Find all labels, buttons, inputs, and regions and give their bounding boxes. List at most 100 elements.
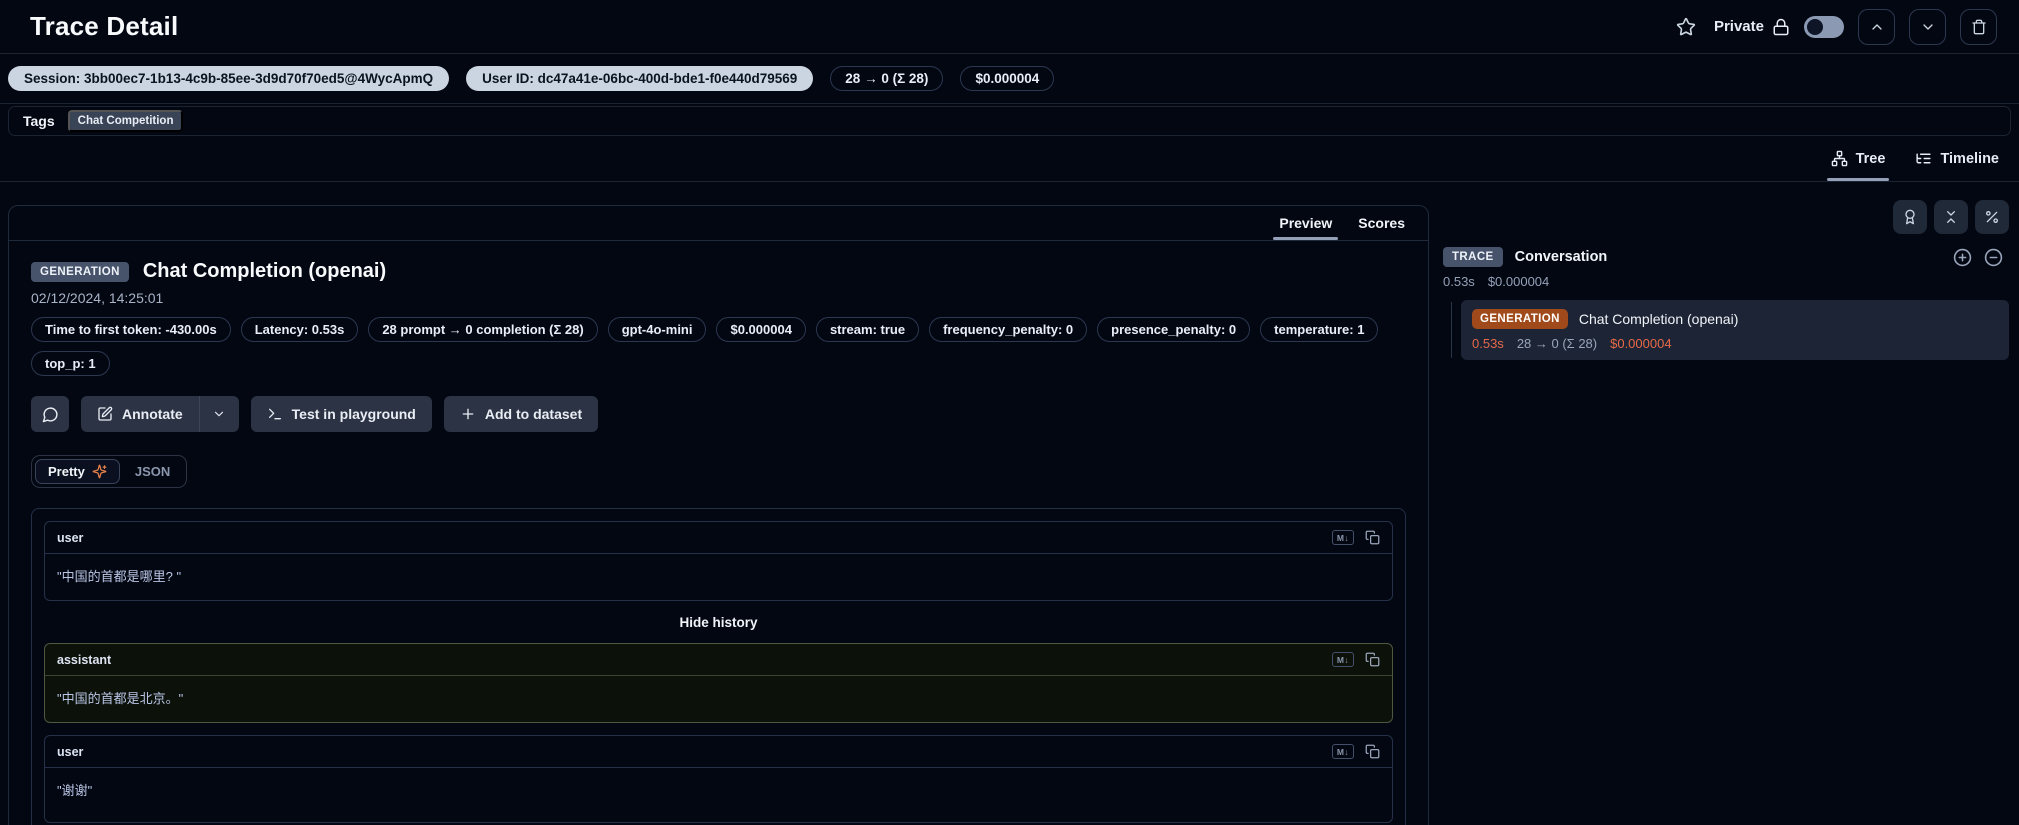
format-json-button[interactable]: JSON xyxy=(122,459,183,484)
lock-icon xyxy=(1772,18,1790,36)
tab-timeline-label: Timeline xyxy=(1940,151,1999,167)
format-pretty-label: Pretty xyxy=(48,464,85,479)
message-tools: M↓ xyxy=(1332,652,1380,667)
test-in-playground-button[interactable]: Test in playground xyxy=(251,396,432,432)
markdown-toggle-icon[interactable]: M↓ xyxy=(1332,652,1354,667)
copy-button[interactable] xyxy=(1365,530,1380,545)
markdown-toggle-icon[interactable]: M↓ xyxy=(1332,530,1354,545)
previous-trace-button[interactable] xyxy=(1858,9,1895,45)
edit-pen-icon xyxy=(97,406,113,422)
trash-icon xyxy=(1971,19,1987,35)
copy-button[interactable] xyxy=(1365,744,1380,759)
trace-cost: $0.000004 xyxy=(1488,274,1549,289)
annotate-dropdown-button[interactable] xyxy=(199,396,239,432)
percent-icon xyxy=(1984,209,2000,225)
expand-all-button[interactable] xyxy=(1953,248,1972,267)
annotate-button[interactable]: Annotate xyxy=(81,396,199,432)
privacy-label: Private xyxy=(1714,18,1764,35)
message-user-2: user M↓ "谢谢" xyxy=(44,735,1393,823)
user-id-badge[interactable]: User ID: dc47a41e-06bc-400d-bde1-f0e440d… xyxy=(466,66,813,91)
award-icon xyxy=(1902,209,1918,225)
tree-controls xyxy=(1443,200,2009,234)
test-in-playground-label: Test in playground xyxy=(292,406,416,422)
tab-tree[interactable]: Tree xyxy=(1831,136,1886,181)
chevron-up-icon xyxy=(1869,19,1885,35)
hide-history-button[interactable]: Hide history xyxy=(44,605,1393,639)
copy-icon xyxy=(1365,744,1380,759)
message-tools: M↓ xyxy=(1332,530,1380,545)
annotate-split-button: Annotate xyxy=(81,396,239,432)
trace-detail-page: Trace Detail Private xyxy=(0,0,2019,825)
copy-icon xyxy=(1365,652,1380,667)
action-buttons: Annotate Test in playground xyxy=(31,396,1406,432)
add-to-dataset-button[interactable]: Add to dataset xyxy=(444,396,598,432)
observation-pills: Time to first token: -430.00s Latency: 0… xyxy=(31,317,1406,376)
generation-row-metrics: 0.53s 28 → 0 (Σ 28) $0.000004 xyxy=(1472,336,1998,351)
trace-type-badge: TRACE xyxy=(1443,247,1503,267)
message-user-1: user M↓ "中国的首都是哪里? " xyxy=(44,521,1393,601)
format-toggle: Pretty JSON xyxy=(31,455,187,488)
pill-time-to-first-token: Time to first token: -430.00s xyxy=(31,317,231,342)
preview-tabs: Preview Scores xyxy=(9,206,1428,241)
trace-metrics: 0.53s $0.000004 xyxy=(1443,274,2009,289)
observation-body: GENERATION Chat Completion (openai) 02/1… xyxy=(9,241,1428,825)
pill-cost: $0.000004 xyxy=(716,317,805,342)
message-tools: M↓ xyxy=(1332,744,1380,759)
message-role: assistant xyxy=(57,653,111,667)
tag-chip[interactable]: Chat Competition xyxy=(68,110,184,132)
copy-button[interactable] xyxy=(1365,652,1380,667)
tab-timeline[interactable]: Timeline xyxy=(1915,136,1999,181)
pill-latency: Latency: 0.53s xyxy=(241,317,359,342)
markdown-toggle-icon[interactable]: M↓ xyxy=(1332,744,1354,759)
format-pretty-button[interactable]: Pretty xyxy=(35,459,120,484)
tree-icon xyxy=(1831,150,1848,167)
message-role: user xyxy=(57,531,83,545)
generation-latency: 0.53s xyxy=(1472,336,1504,351)
tags-label: Tags xyxy=(23,113,55,129)
message-content: "中国的首都是哪里? " xyxy=(45,554,1392,600)
pill-model: gpt-4o-mini xyxy=(608,317,707,342)
session-badge[interactable]: Session: 3bb00ec7-1b13-4c9b-85ee-3d9d70f… xyxy=(8,66,449,91)
message-assistant: assistant M↓ "中国的首都是北京。" xyxy=(44,643,1393,723)
tags-container: Tags Chat Competition xyxy=(8,106,2011,136)
comments-button[interactable] xyxy=(31,396,69,432)
message-content: "谢谢" xyxy=(45,768,1392,822)
chevrons-down-up-icon xyxy=(1943,209,1959,225)
public-toggle[interactable] xyxy=(1804,16,1844,38)
message-header: user M↓ xyxy=(45,522,1392,554)
generation-type-badge: GENERATION xyxy=(31,262,129,282)
tree-generation-row[interactable]: GENERATION Chat Completion (openai) 0.53… xyxy=(1461,300,2009,360)
toggle-knob xyxy=(1807,19,1823,35)
collapse-tree-button[interactable] xyxy=(1984,248,2003,267)
trace-tree-panel: TRACE Conversation 0.53s $0.000004 xyxy=(1443,200,2009,360)
format-json-label: JSON xyxy=(135,464,170,479)
view-tabs: Tree Timeline xyxy=(0,136,2019,182)
tab-scores[interactable]: Scores xyxy=(1345,206,1418,240)
trace-root-row[interactable]: TRACE Conversation xyxy=(1443,247,2009,267)
observation-panel: Preview Scores GENERATION Chat Completio… xyxy=(8,205,1429,825)
observation-timestamp: 02/12/2024, 14:25:01 xyxy=(31,290,1406,306)
chevron-down-icon xyxy=(1920,19,1936,35)
metrics-toggle-button[interactable] xyxy=(1975,200,2009,234)
bookmark-star-button[interactable] xyxy=(1672,13,1700,41)
pill-top-p: top_p: 1 xyxy=(31,351,110,376)
terminal-icon xyxy=(267,406,283,422)
generation-badge: GENERATION xyxy=(1472,309,1568,329)
trace-latency: 0.53s xyxy=(1443,274,1475,289)
scores-toggle-button[interactable] xyxy=(1893,200,1927,234)
add-to-dataset-label: Add to dataset xyxy=(485,406,582,422)
meta-divider xyxy=(0,103,2019,104)
pill-temperature: temperature: 1 xyxy=(1260,317,1378,342)
page-title: Trace Detail xyxy=(30,11,178,42)
next-trace-button[interactable] xyxy=(1909,9,1946,45)
pill-frequency-penalty: frequency_penalty: 0 xyxy=(929,317,1087,342)
page-header: Trace Detail Private xyxy=(0,0,2019,53)
message-header: assistant M↓ xyxy=(45,644,1392,676)
collapse-all-button[interactable] xyxy=(1934,200,1968,234)
copy-icon xyxy=(1365,530,1380,545)
generation-tokens: 28 → 0 (Σ 28) xyxy=(1517,336,1597,351)
tree-list: GENERATION Chat Completion (openai) 0.53… xyxy=(1443,300,2009,360)
delete-trace-button[interactable] xyxy=(1960,9,1997,45)
generation-cost: $0.000004 xyxy=(1610,336,1671,351)
tab-preview[interactable]: Preview xyxy=(1266,206,1345,240)
